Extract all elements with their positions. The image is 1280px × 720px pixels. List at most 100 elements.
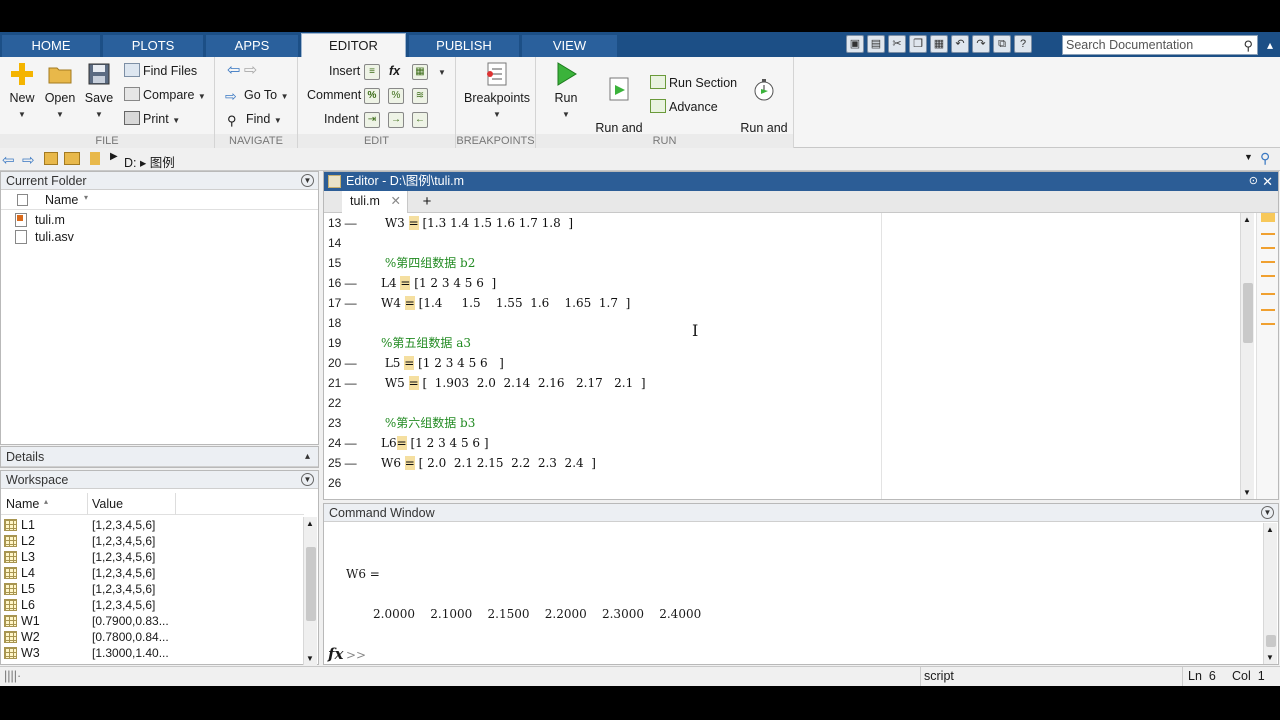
decrease-indent-icon[interactable]: ← — [412, 112, 428, 128]
indent-button[interactable]: Indent — [324, 109, 359, 129]
new-tab-icon[interactable]: + — [416, 191, 438, 213]
uncomment-icon[interactable]: % — [388, 88, 404, 104]
panel-menu-icon[interactable]: ▼ — [301, 174, 314, 187]
up-folder-icon[interactable] — [44, 152, 58, 165]
table-row[interactable]: W3 [1.3000,1.40... — [1, 645, 301, 661]
find-button[interactable]: ⚲ Find ▼ — [227, 109, 282, 129]
increase-indent-icon[interactable]: → — [388, 112, 404, 128]
find-files-button[interactable]: Find Files — [124, 61, 197, 81]
save-icon[interactable]: ▤ — [867, 35, 885, 53]
cut-icon[interactable]: ✂ — [888, 35, 906, 53]
smart-indent-icon[interactable]: ⇥ — [364, 112, 380, 128]
panel-menu-icon[interactable]: ▼ — [301, 473, 314, 486]
warning-indicator-icon[interactable] — [1261, 213, 1275, 222]
print-button[interactable]: Print ▼ — [124, 109, 180, 129]
scroll-thumb[interactable] — [1266, 635, 1276, 647]
line-number[interactable]: 14 — [328, 233, 370, 253]
go-to-button[interactable]: ⇨ Go To ▼ — [225, 85, 289, 105]
warning-marker[interactable] — [1261, 293, 1275, 295]
run-section-button[interactable]: Run Section — [650, 73, 737, 93]
line-number[interactable]: 13 — — [328, 213, 370, 233]
copy-icon[interactable]: ❐ — [909, 35, 927, 53]
code-line[interactable]: 24 — L6= [1 2 3 4 5 6 ] — [324, 433, 1254, 453]
line-number[interactable]: 18 — [328, 313, 370, 333]
compare-button[interactable]: Compare ▼ — [124, 85, 206, 105]
line-number[interactable]: 20 — — [328, 353, 370, 373]
warning-marker[interactable] — [1261, 233, 1275, 235]
function-browser-icon[interactable]: fx — [328, 645, 343, 663]
line-number[interactable]: 15 — [328, 253, 370, 273]
name-column-header[interactable]: Name — [6, 497, 39, 511]
scroll-up-icon[interactable]: ▲ — [1266, 525, 1274, 534]
warning-marker[interactable] — [1261, 275, 1275, 277]
details-panel[interactable]: Details ▴ — [0, 446, 319, 468]
layout-icon[interactable]: ▣ — [846, 35, 864, 53]
tab-home[interactable]: HOME — [2, 35, 100, 57]
table-row[interactable]: W1 [0.7900,0.83... — [1, 613, 301, 629]
close-tab-icon[interactable]: ✕ — [391, 191, 401, 212]
line-number[interactable]: 24 — — [328, 433, 370, 453]
name-column-header[interactable]: Name — [45, 193, 78, 207]
line-number[interactable]: 23 — [328, 413, 370, 433]
code-line[interactable]: 16 — L4 = [1 2 3 4 5 6 ] — [324, 273, 1254, 293]
collapse-ribbon-icon[interactable]: ▴ — [1262, 35, 1278, 55]
comment-button[interactable]: Comment — [307, 85, 361, 105]
insert-section-icon[interactable]: ≡ — [364, 64, 380, 80]
browse-folder-icon[interactable] — [64, 152, 80, 165]
address-path[interactable]: D: ▸ 图例 — [124, 152, 175, 171]
close-editor-icon[interactable]: ✕ — [1262, 172, 1273, 191]
comment-percent-icon[interactable]: % — [364, 88, 380, 104]
undo-icon[interactable]: ↶ — [951, 35, 969, 53]
open-button[interactable]: Open ▼ — [42, 61, 78, 122]
code-area[interactable]: 13 — W3 = [1.3 1.4 1.5 1.6 1.7 1.8 ] 14 15… — [324, 213, 1254, 495]
code-line[interactable]: 17 — W4 = [1.4 1.5 1.55 1.6 1.65 1.7 ] — [324, 293, 1254, 313]
code-line[interactable]: 18 — [324, 313, 1254, 333]
search-folder-icon[interactable]: ⚲ — [1260, 150, 1270, 167]
save-button[interactable]: Save ▼ — [82, 61, 116, 122]
table-row[interactable]: L6 [1,2,3,4,5,6] — [1, 597, 301, 613]
warning-marker[interactable] — [1261, 261, 1275, 263]
table-row[interactable]: L5 [1,2,3,4,5,6] — [1, 581, 301, 597]
editor-scrollbar[interactable]: ▲ ▼ — [1240, 213, 1254, 499]
editor-menu-icon[interactable]: ⊙ — [1249, 172, 1258, 191]
address-dropdown-icon[interactable]: ▼ — [1244, 152, 1253, 162]
code-line[interactable]: 14 — [324, 233, 1254, 253]
expand-chevron-icon[interactable]: ▴ — [305, 447, 310, 467]
scroll-down-icon[interactable]: ▼ — [1243, 488, 1251, 497]
code-line[interactable]: 26 — [324, 473, 1254, 493]
search-documentation-input[interactable]: Search Documentation ⚲ — [1062, 35, 1258, 55]
line-number[interactable]: 19 — [328, 333, 370, 353]
insert-function-icon[interactable]: fx — [389, 61, 400, 81]
tab-view[interactable]: VIEW — [522, 35, 617, 57]
tab-publish[interactable]: PUBLISH — [409, 35, 519, 57]
workspace-scrollbar[interactable]: ▲ ▼ — [303, 517, 317, 665]
code-line[interactable]: 15 %第四组数据 b2 — [324, 253, 1254, 273]
insert-button[interactable]: Insert — [329, 61, 360, 81]
value-column-header[interactable]: Value — [92, 497, 123, 511]
run-button[interactable]: Run ▼ — [550, 61, 582, 122]
switch-windows-icon[interactable]: ⧉ — [993, 35, 1011, 53]
panel-menu-icon[interactable]: ▼ — [1261, 506, 1274, 519]
code-line[interactable]: 23 %第六组数据 b3 — [324, 413, 1254, 433]
code-line[interactable]: 21 — W5 = [ 1.903 2.0 2.14 2.16 2.17 2.1… — [324, 373, 1254, 393]
redo-icon[interactable]: ↷ — [972, 35, 990, 53]
scroll-down-icon[interactable]: ▼ — [306, 654, 314, 663]
scroll-thumb[interactable] — [306, 547, 316, 621]
search-icon[interactable]: ⚲ — [1243, 37, 1253, 55]
advance-button[interactable]: Advance — [650, 97, 718, 117]
paste-icon[interactable]: ▦ — [930, 35, 948, 53]
line-number[interactable]: 26 — [328, 473, 370, 493]
tab-editor[interactable]: EDITOR — [301, 33, 406, 57]
back-forward-buttons[interactable]: ⇦ ⇨ — [227, 61, 257, 81]
code-line[interactable]: 20 — L5 = [1 2 3 4 5 6 ] — [324, 353, 1254, 373]
scroll-thumb[interactable] — [1243, 283, 1253, 343]
line-number[interactable]: 17 — — [328, 293, 370, 313]
scroll-up-icon[interactable]: ▲ — [306, 519, 314, 528]
tab-apps[interactable]: APPS — [206, 35, 298, 57]
table-row[interactable]: W2 [0.7800,0.84... — [1, 629, 301, 645]
table-row[interactable]: L4 [1,2,3,4,5,6] — [1, 565, 301, 581]
scroll-down-icon[interactable]: ▼ — [1266, 653, 1274, 662]
code-line[interactable]: 25 — W6 = [ 2.0 2.1 2.15 2.2 2.3 2.4 ] — [324, 453, 1254, 473]
code-line[interactable]: 22 — [324, 393, 1254, 413]
warning-marker[interactable] — [1261, 309, 1275, 311]
